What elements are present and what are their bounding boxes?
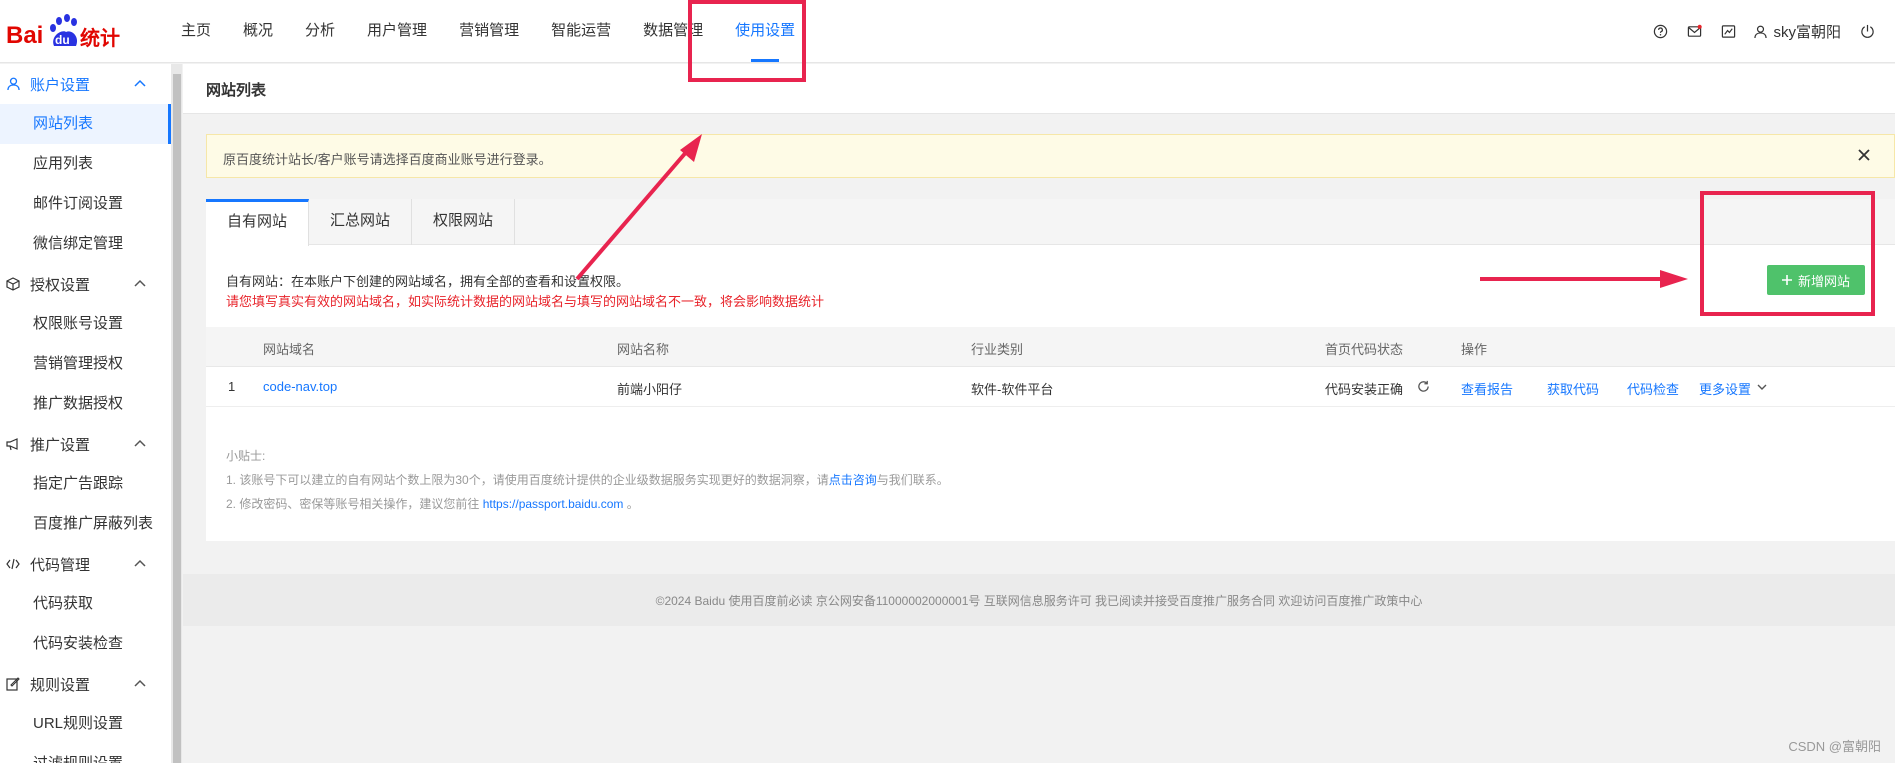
chevron-up-icon bbox=[133, 557, 147, 571]
get-code-link[interactable]: 获取代码 bbox=[1547, 379, 1599, 398]
sidebar-group-label: 账户设置 bbox=[30, 76, 91, 94]
tab-summary-sites[interactable]: 汇总网站 bbox=[309, 199, 413, 245]
chevron-up-icon bbox=[133, 437, 147, 451]
sidebar: 账户设置 网站列表 应用列表 邮件订阅设置 微信绑定管理 授权设置 权限账号设置… bbox=[0, 64, 172, 763]
page-title: 网站列表 bbox=[206, 82, 267, 99]
watermark: CSDN @富朝阳 bbox=[1788, 739, 1881, 754]
more-settings-link[interactable]: 更多设置 bbox=[1699, 379, 1751, 398]
megaphone-icon bbox=[6, 437, 20, 451]
footer-text: ©2024 Baidu 使用百度前必读 京公网安备11000002000001号… bbox=[655, 594, 1423, 608]
sidebar-item-permission-accounts[interactable]: 权限账号设置 bbox=[0, 304, 171, 344]
sidebar-scrollbar[interactable] bbox=[172, 64, 182, 763]
sidebar-item-get-code[interactable]: 代码获取 bbox=[0, 584, 171, 624]
table-header: 网站域名 网站名称 行业类别 首页代码状态 操作 bbox=[206, 327, 1895, 367]
sidebar-group-rule-settings[interactable]: 规则设置 bbox=[0, 664, 171, 704]
notice-text: 原百度统计站长/客户账号请选择百度商业账号进行登录。 bbox=[223, 152, 552, 167]
column-domain: 网站域名 bbox=[263, 342, 316, 357]
nav-user-management[interactable]: 用户管理 bbox=[351, 0, 443, 63]
domain-warning: 请您填写真实有效的网站域名，如实际统计数据的网站域名与填写的网站域名不一致，将会… bbox=[226, 294, 825, 309]
nav-analysis[interactable]: 分析 bbox=[289, 0, 351, 63]
sidebar-group-auth-settings[interactable]: 授权设置 bbox=[0, 264, 171, 304]
nav-overview[interactable]: 概况 bbox=[227, 0, 289, 63]
close-icon[interactable] bbox=[1856, 147, 1872, 163]
svg-text:Bai: Bai bbox=[6, 22, 43, 49]
help-icon[interactable] bbox=[1652, 24, 1668, 40]
row-site-name: 前端小阳仔 bbox=[617, 382, 683, 397]
sidebar-item-marketing-auth[interactable]: 营销管理授权 bbox=[0, 344, 171, 384]
sidebar-group-label: 推广设置 bbox=[30, 436, 91, 454]
column-actions: 操作 bbox=[1461, 342, 1488, 357]
nav-home[interactable]: 主页 bbox=[165, 0, 227, 63]
chevron-up-icon bbox=[133, 77, 147, 91]
sidebar-group-promotion-settings[interactable]: 推广设置 bbox=[0, 424, 171, 464]
tip-2-text: 2. 修改密码、密保等账号相关操作，建议您前往 bbox=[226, 497, 483, 511]
footer: ©2024 Baidu 使用百度前必读 京公网安备11000002000001号… bbox=[183, 574, 1895, 626]
tip-2: 2. 修改密码、密保等账号相关操作，建议您前往 https://passport… bbox=[226, 495, 639, 512]
sidebar-item-promotion-data-auth[interactable]: 推广数据授权 bbox=[0, 384, 171, 424]
tip-1: 1. 该账号下可以建立的自有网站个数上限为30个，请使用百度统计提供的企业级数据… bbox=[226, 471, 949, 488]
sidebar-group-label: 规则设置 bbox=[30, 676, 91, 694]
sidebar-item-filter-rules[interactable]: 过滤规则设置 bbox=[0, 744, 171, 763]
row-index: 1 bbox=[228, 379, 236, 394]
user-name: sky富朝阳 bbox=[1773, 24, 1841, 41]
own-sites-description: 自有网站：在本账户下创建的网站域名，拥有全部的查看和设置权限。 bbox=[226, 274, 630, 289]
report-icon[interactable] bbox=[1720, 24, 1736, 40]
row-industry: 软件-软件平台 bbox=[971, 382, 1054, 397]
nav-marketing-management[interactable]: 营销管理 bbox=[443, 0, 535, 63]
baidu-tongji-logo[interactable]: Bai du 统计 bbox=[6, 12, 122, 52]
sidebar-item-url-rules[interactable]: URL规则设置 bbox=[0, 704, 171, 744]
consult-link[interactable]: 点击咨询 bbox=[829, 473, 877, 487]
refresh-icon[interactable] bbox=[1417, 380, 1430, 396]
annotation-box-add-site bbox=[1700, 191, 1875, 316]
chevron-up-icon bbox=[133, 677, 147, 691]
nav-smart-operation[interactable]: 智能运营 bbox=[535, 0, 627, 63]
column-site-name: 网站名称 bbox=[617, 342, 670, 357]
top-bar: Bai du 统计 主页 概况 分析 用户管理 营销管理 智能运营 数据管理 使… bbox=[0, 0, 1895, 63]
tab-permission-sites[interactable]: 权限网站 bbox=[412, 199, 516, 245]
user-menu[interactable]: sky富朝阳 bbox=[1754, 21, 1841, 42]
sidebar-item-wechat-binding[interactable]: 微信绑定管理 bbox=[0, 224, 171, 264]
sidebar-item-mail-subscription[interactable]: 邮件订阅设置 bbox=[0, 184, 171, 224]
chevron-up-icon bbox=[133, 277, 147, 291]
tip-2-suffix: 。 bbox=[623, 497, 639, 511]
row-code-status: 代码安装正确 bbox=[1325, 382, 1404, 397]
svg-text:du: du bbox=[55, 33, 70, 47]
sidebar-item-app-list[interactable]: 应用列表 bbox=[0, 144, 171, 184]
tab-own-sites[interactable]: 自有网站 bbox=[206, 199, 310, 246]
passport-link[interactable]: https://passport.baidu.com bbox=[483, 497, 624, 511]
user-icon bbox=[1754, 25, 1768, 38]
code-icon bbox=[6, 557, 20, 571]
edit-icon bbox=[6, 677, 20, 691]
message-icon[interactable] bbox=[1686, 24, 1702, 40]
login-notice: 原百度统计站长/客户账号请选择百度商业账号进行登录。 bbox=[206, 134, 1895, 178]
sidebar-item-promotion-block-list[interactable]: 百度推广屏蔽列表 bbox=[0, 504, 171, 544]
sidebar-group-label: 代码管理 bbox=[30, 556, 91, 574]
annotation-box-usage-settings bbox=[688, 0, 806, 82]
sidebar-group-account-settings[interactable]: 账户设置 bbox=[0, 64, 171, 104]
tip-1-text: 1. 该账号下可以建立的自有网站个数上限为30个，请使用百度统计提供的企业级数据… bbox=[226, 473, 829, 487]
sidebar-item-ad-tracking[interactable]: 指定广告跟踪 bbox=[0, 464, 171, 504]
table-row: 1 code-nav.top 前端小阳仔 软件-软件平台 代码安装正确 查看报告… bbox=[206, 367, 1895, 407]
sidebar-item-site-list[interactable]: 网站列表 bbox=[0, 104, 171, 144]
sidebar-group-code-management[interactable]: 代码管理 bbox=[0, 544, 171, 584]
page-header: 网站列表 bbox=[183, 64, 1895, 114]
user-icon bbox=[6, 77, 20, 91]
svg-text:统计: 统计 bbox=[80, 26, 120, 50]
scrollbar-thumb[interactable] bbox=[173, 74, 181, 763]
site-tabs: 自有网站 汇总网站 权限网站 bbox=[206, 199, 1895, 246]
tip-1-suffix: 与我们联系。 bbox=[876, 473, 949, 487]
chevron-down-icon[interactable] bbox=[1756, 381, 1768, 396]
row-domain-link[interactable]: code-nav.top bbox=[263, 379, 337, 394]
top-right-tools: sky富朝阳 bbox=[1652, 0, 1875, 63]
sidebar-group-label: 授权设置 bbox=[30, 276, 91, 294]
tips-title: 小贴士: bbox=[226, 449, 266, 463]
cube-icon bbox=[6, 277, 20, 291]
code-check-link[interactable]: 代码检查 bbox=[1627, 379, 1679, 398]
sidebar-item-code-install-check[interactable]: 代码安装检查 bbox=[0, 624, 171, 664]
column-industry: 行业类别 bbox=[971, 342, 1024, 357]
view-report-link[interactable]: 查看报告 bbox=[1461, 379, 1513, 398]
logout-icon[interactable] bbox=[1859, 24, 1875, 40]
column-code-status: 首页代码状态 bbox=[1325, 342, 1404, 357]
site-list-card: 自有网站 汇总网站 权限网站 自有网站：在本账户下创建的网站域名，拥有全部的查看… bbox=[206, 199, 1895, 541]
